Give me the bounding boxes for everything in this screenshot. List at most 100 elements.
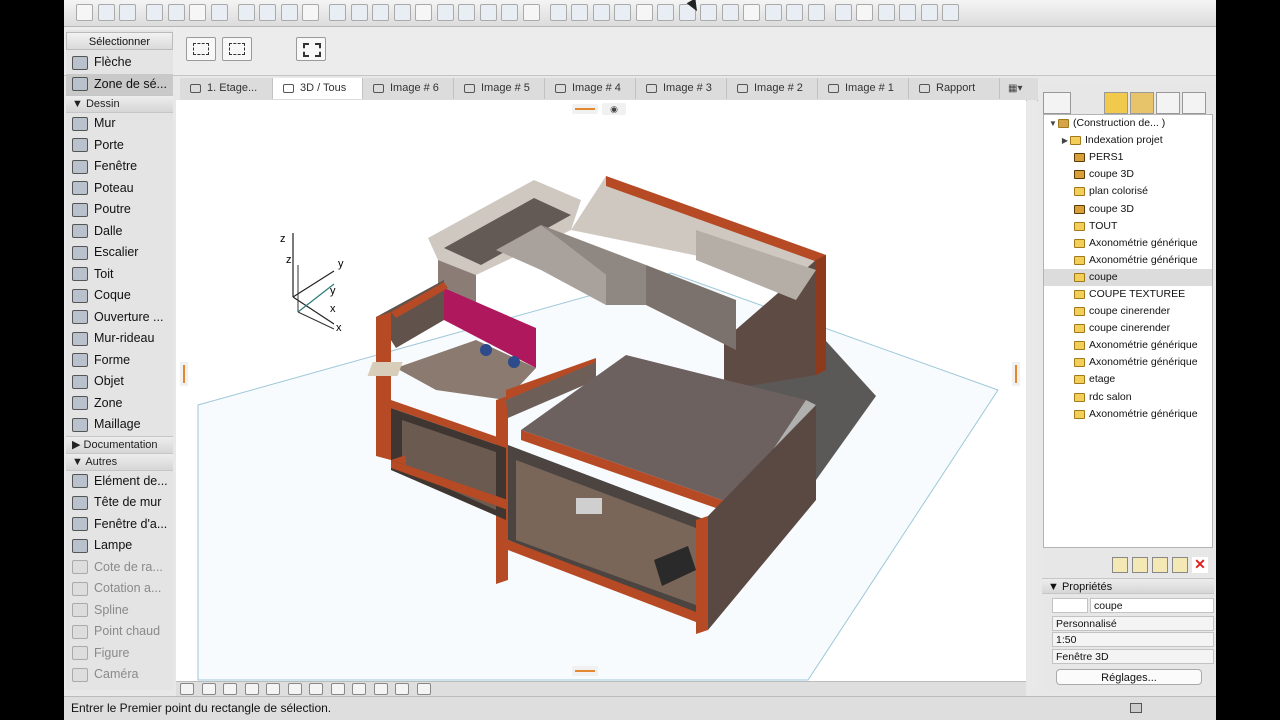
- export-icon[interactable]: [942, 4, 959, 21]
- view-item[interactable]: etage: [1044, 371, 1212, 388]
- tab-0[interactable]: 1. Etage...: [180, 78, 273, 99]
- expand-icon[interactable]: ▶: [1060, 132, 1070, 149]
- dessin-tool-2[interactable]: Fenêtre: [66, 156, 173, 178]
- view-item[interactable]: plan colorisé: [1044, 183, 1212, 200]
- cut-corner-icon[interactable]: [635, 4, 653, 21]
- autres-tool-5[interactable]: Cotation a...: [66, 578, 173, 600]
- print-icon[interactable]: [146, 4, 163, 21]
- tab-3[interactable]: Image # 5: [454, 78, 545, 99]
- project-map-tab[interactable]: [1104, 92, 1128, 114]
- viewport-handle-top[interactable]: [572, 104, 598, 114]
- redo-icon[interactable]: [259, 4, 276, 21]
- tab-5[interactable]: Image # 3: [636, 78, 727, 99]
- curve-icon[interactable]: [657, 4, 674, 21]
- library-icon[interactable]: [856, 4, 873, 21]
- dessin-tool-1[interactable]: Porte: [66, 135, 173, 157]
- tab-6[interactable]: Image # 2: [727, 78, 818, 99]
- zoom-icon[interactable]: [266, 683, 280, 695]
- filter-icon[interactable]: [522, 4, 540, 21]
- tab-2[interactable]: Image # 6: [363, 78, 454, 99]
- marker-icon[interactable]: [592, 4, 610, 21]
- guide-icon[interactable]: [372, 4, 389, 21]
- record-icon[interactable]: [786, 4, 803, 21]
- select-tool-0[interactable]: Flèche: [66, 52, 173, 74]
- window-type-field[interactable]: Fenêtre 3D: [1052, 649, 1214, 664]
- view-item[interactable]: coupe cinerender: [1044, 303, 1212, 320]
- marquee-all-floors-button[interactable]: [222, 37, 252, 61]
- trim-icon[interactable]: [614, 4, 631, 21]
- tab-1[interactable]: 3D / Tous: [273, 78, 363, 99]
- navigator-map-button[interactable]: [1043, 92, 1071, 114]
- favorites-icon[interactable]: [834, 4, 852, 21]
- viewport-handle-left[interactable]: [180, 362, 188, 386]
- properties-icon[interactable]: [899, 4, 916, 21]
- autres-tool-0[interactable]: Elément de...: [66, 471, 173, 493]
- autres-tool-3[interactable]: Lampe: [66, 535, 173, 557]
- orbit-icon[interactable]: [223, 683, 237, 695]
- 3d-viewport[interactable]: z z y y x x ◉: [176, 100, 1026, 681]
- view-item[interactable]: TOUT: [1044, 218, 1212, 235]
- printer-icon[interactable]: [1130, 703, 1142, 713]
- clone-icon[interactable]: [1152, 557, 1168, 573]
- view-item[interactable]: Axonométrie générique: [1044, 235, 1212, 252]
- dessin-tool-13[interactable]: Zone: [66, 393, 173, 415]
- marquee-settings-button[interactable]: [296, 37, 326, 61]
- settings-button[interactable]: Réglages...: [1056, 669, 1202, 685]
- dessin-tool-5[interactable]: Dalle: [66, 221, 173, 243]
- autres-tool-8[interactable]: Figure: [66, 643, 173, 665]
- group-documentation[interactable]: ▶ Documentation: [66, 435, 173, 454]
- dessin-tool-8[interactable]: Coque: [66, 285, 173, 307]
- autres-tool-4[interactable]: Cote de ra...: [66, 557, 173, 579]
- view-item[interactable]: coupe cinerender: [1044, 320, 1212, 337]
- properties-header[interactable]: ▼ Propriétés: [1042, 578, 1214, 594]
- fill-icon[interactable]: [571, 4, 588, 21]
- dessin-tool-0[interactable]: Mur: [66, 113, 173, 135]
- dessin-tool-11[interactable]: Forme: [66, 350, 173, 372]
- dessin-tool-9[interactable]: Ouverture ...: [66, 307, 173, 329]
- copy-icon[interactable]: [189, 4, 206, 21]
- publisher-tab[interactable]: [1182, 92, 1206, 114]
- no-icon[interactable]: [920, 4, 938, 21]
- zoom-in-icon[interactable]: [244, 683, 259, 695]
- tab-8[interactable]: Rapport: [909, 78, 1000, 99]
- viewport-handle-right[interactable]: [1012, 362, 1020, 386]
- zoom-fit-icon[interactable]: [201, 683, 216, 695]
- grid-icon[interactable]: [415, 4, 432, 21]
- explode-icon[interactable]: [700, 4, 717, 21]
- paste-icon[interactable]: [210, 4, 228, 21]
- syringe-icon[interactable]: [329, 4, 346, 21]
- view-map-tab[interactable]: [1130, 92, 1154, 114]
- undo-icon[interactable]: [237, 4, 255, 21]
- scale-field[interactable]: 1:50: [1052, 632, 1214, 647]
- layout-book-tab[interactable]: [1156, 92, 1180, 114]
- view-item[interactable]: ▶ Indexation projet: [1044, 132, 1212, 149]
- view-item[interactable]: rdc salon: [1044, 389, 1212, 406]
- save-icon[interactable]: [119, 4, 136, 21]
- autres-tool-6[interactable]: Spline: [66, 600, 173, 622]
- pen-icon[interactable]: [458, 4, 475, 21]
- delete-icon[interactable]: [549, 4, 567, 21]
- group-autres[interactable]: ▼ Autres: [66, 453, 173, 471]
- autres-tool-7[interactable]: Point chaud: [66, 621, 173, 643]
- view-item[interactable]: Axonométrie générique: [1044, 354, 1212, 371]
- dessin-tool-12[interactable]: Objet: [66, 371, 173, 393]
- dessin-tool-3[interactable]: Poteau: [66, 178, 173, 200]
- stamp-icon[interactable]: [764, 4, 782, 21]
- find-icon[interactable]: [280, 4, 298, 21]
- dessin-tool-7[interactable]: Toit: [66, 264, 173, 286]
- view-item[interactable]: COUPE TEXTUREE: [1044, 286, 1212, 303]
- new-view-icon[interactable]: [1132, 557, 1148, 573]
- expand-icon[interactable]: ▼: [1048, 115, 1058, 132]
- eye-icon[interactable]: ◉: [602, 103, 626, 115]
- eyedropper-icon[interactable]: [302, 4, 319, 21]
- select-header[interactable]: Sélectionner: [66, 32, 173, 50]
- explore-icon[interactable]: [330, 683, 345, 695]
- settings-icon[interactable]: [807, 4, 825, 21]
- layer-combination-field[interactable]: Personnalisé: [1052, 616, 1214, 631]
- tab-7[interactable]: Image # 1: [818, 78, 909, 99]
- delete-icon[interactable]: ✕: [1192, 557, 1208, 573]
- tab-overflow-menu-icon[interactable]: ▦▾: [1008, 80, 1036, 98]
- tab-4[interactable]: Image # 4: [545, 78, 636, 99]
- show-icon[interactable]: [501, 4, 518, 21]
- zoom-out-icon[interactable]: [287, 683, 302, 695]
